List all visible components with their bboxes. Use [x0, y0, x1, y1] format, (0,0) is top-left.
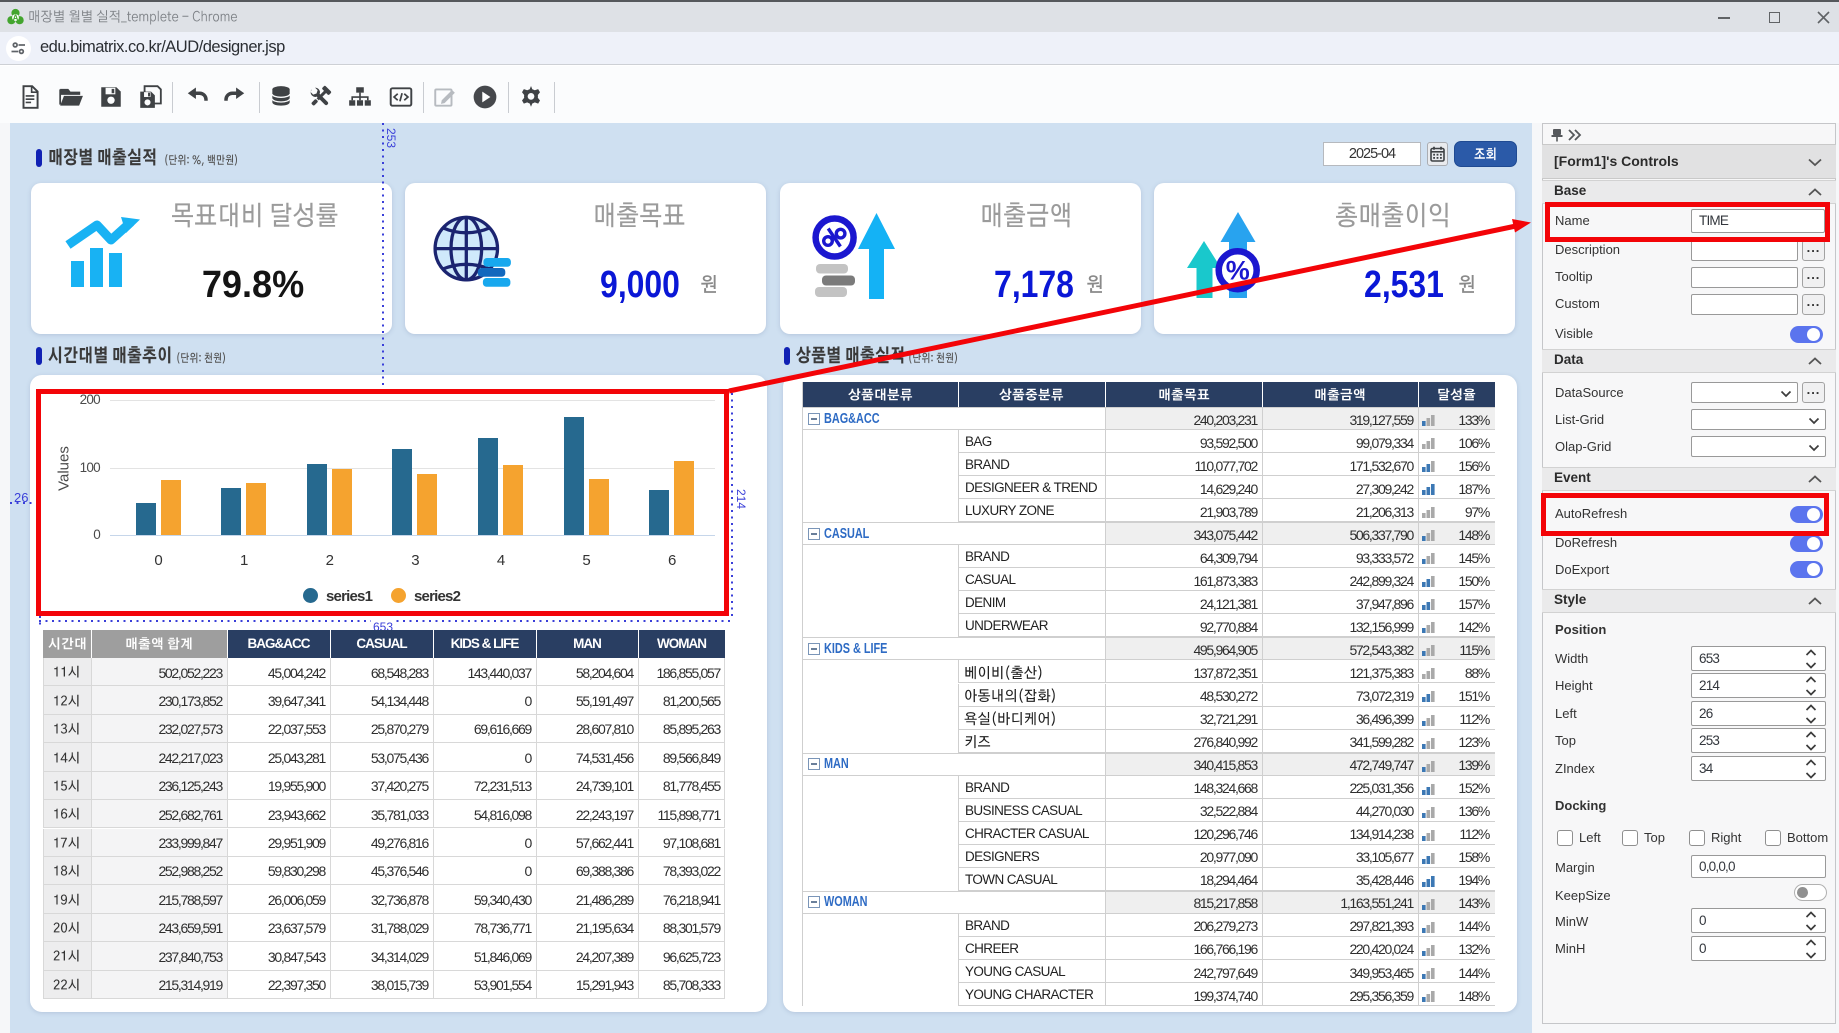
svg-text:%: %: [1226, 256, 1250, 286]
svg-text:A: A: [13, 13, 19, 22]
